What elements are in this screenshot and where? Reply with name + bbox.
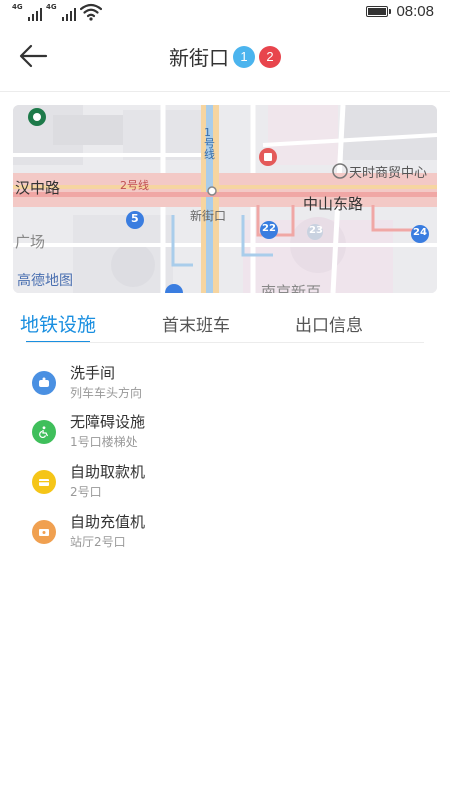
facility-location: 2号口	[70, 485, 102, 499]
facility-name: 洗手间	[70, 364, 116, 382]
facility-name: 自助取款机	[70, 463, 146, 481]
wifi-icon	[80, 3, 102, 21]
tab-facilities[interactable]: 地铁设施	[20, 310, 96, 337]
facility-location: 1号口楼梯处	[70, 435, 138, 449]
metro-line-1-label: 1号线	[204, 126, 215, 161]
tab-bar: 地铁设施 首末班车 出口信息	[0, 305, 450, 343]
toilet-icon	[32, 371, 56, 395]
tab-exit-info[interactable]: 出口信息	[295, 311, 363, 336]
wheelchair-icon	[32, 420, 56, 444]
exit-badge: 22	[262, 223, 276, 234]
line-2-badge[interactable]: 2	[259, 45, 281, 68]
battery-icon	[366, 6, 392, 17]
cellular-signal-icon: 4G	[12, 3, 42, 21]
road-label-hanzhong: 汉中路	[15, 179, 61, 197]
list-item[interactable]: 自助充值机 站厅2号口	[30, 511, 410, 555]
cellular-signal-icon: 4G	[46, 3, 76, 21]
card-icon	[32, 470, 56, 494]
facility-location: 列车车头方向	[70, 386, 143, 400]
list-item[interactable]: 无障碍设施 1号口楼梯处	[30, 411, 410, 455]
list-item[interactable]: 自助取款机 2号口	[30, 461, 410, 505]
exit-badge: 5	[131, 212, 139, 225]
ticket-icon	[32, 520, 56, 544]
line-1-badge[interactable]: 1	[233, 45, 255, 68]
list-item[interactable]: 洗手间 列车车头方向	[30, 362, 410, 406]
exit-badge: 24	[413, 227, 427, 238]
facility-location: 站厅2号口	[70, 535, 126, 549]
status-time: 08:08	[396, 3, 434, 20]
page-title: 新街口	[169, 46, 229, 70]
title-group: 新街口 1 2	[0, 42, 450, 71]
facility-name: 自助充值机	[70, 513, 146, 531]
facility-name: 无障碍设施	[70, 413, 146, 431]
map-watermark: 高德地图	[17, 273, 73, 289]
poi-label-bottom: 南京新百	[261, 283, 322, 293]
road-label-square: 广场	[15, 233, 46, 251]
app-header: 新街口 1 2	[0, 26, 450, 92]
exit-badge: 23	[309, 225, 323, 236]
road-label-zhongshan-east: 中山东路	[303, 195, 364, 213]
status-bar: 4G 4G 08:08	[0, 0, 450, 26]
station-map[interactable]: 汉中路 2号线 中山东路 1号线 新街口 天时商贸中心 广场 南京新百 5 22…	[13, 105, 437, 293]
network-type-label: 4G	[12, 3, 23, 11]
map-canvas	[13, 105, 437, 293]
network-type-label: 4G	[46, 3, 57, 11]
tab-first-last-train[interactable]: 首末班车	[162, 311, 230, 336]
poi-label-mall: 天时商贸中心	[349, 166, 428, 181]
tab-divider	[26, 342, 424, 343]
metro-line-2-label: 2号线	[120, 179, 149, 192]
station-label: 新街口	[190, 209, 227, 223]
